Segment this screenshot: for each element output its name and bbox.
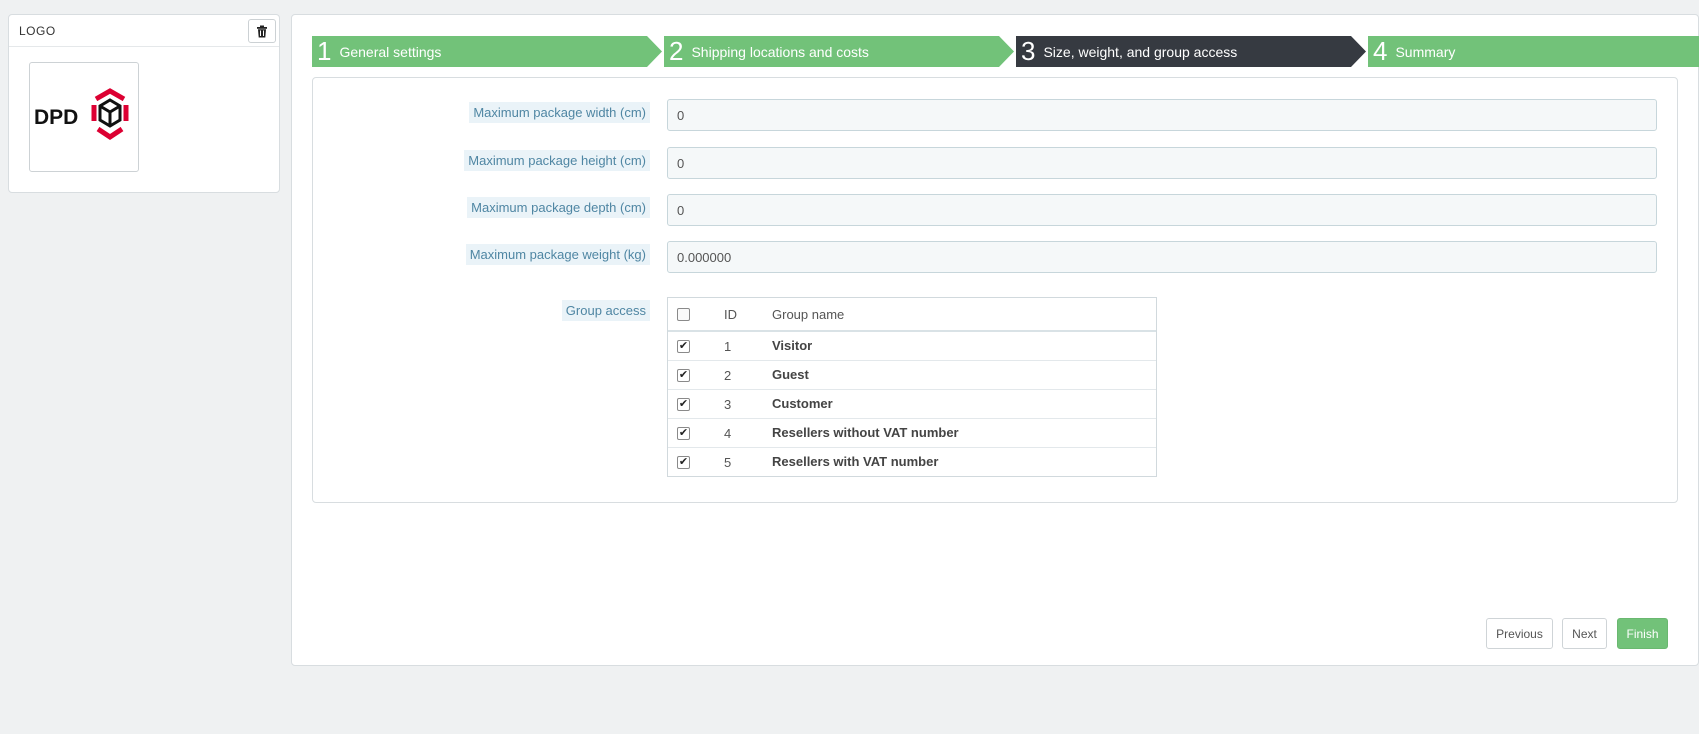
group-checkbox[interactable]: ✔	[677, 369, 690, 382]
group-id: 3	[724, 397, 732, 412]
step-general-settings[interactable]: 1 General settings	[312, 36, 662, 67]
trash-icon	[257, 25, 267, 37]
wizard-steps: 1 General settings 2 Shipping locations …	[312, 36, 1699, 67]
logo-panel: LOGO DPD	[8, 14, 280, 193]
select-all-checkbox[interactable]	[677, 308, 690, 321]
table-row: ✔ 5 Resellers with VAT number	[668, 448, 1156, 477]
step-label: Size, weight, and group access	[1043, 43, 1238, 60]
group-access-table: ID Group name ✔ 1 Visitor ✔ 2 Guest ✔ 3 …	[667, 297, 1157, 477]
table-row: ✔ 3 Customer	[668, 390, 1156, 419]
max-weight-label: Maximum package weight (kg)	[465, 244, 650, 265]
size-weight-form: Maximum package width (cm) Maximum packa…	[312, 77, 1678, 503]
table-header: ID Group name	[668, 298, 1156, 332]
max-width-label: Maximum package width (cm)	[469, 102, 650, 123]
logo-panel-title: LOGO	[19, 24, 56, 38]
previous-button[interactable]: Previous	[1486, 618, 1553, 649]
step-number: 4	[1373, 36, 1388, 66]
max-height-label: Maximum package height (cm)	[464, 150, 650, 171]
step-label: General settings	[339, 43, 442, 60]
dpd-logo-image: DPD	[34, 88, 129, 141]
group-access-label: Group access	[561, 300, 650, 321]
step-shipping-locations[interactable]: 2 Shipping locations and costs	[664, 36, 1014, 67]
step-number: 2	[669, 36, 684, 66]
carrier-logo: DPD	[29, 62, 139, 172]
group-checkbox[interactable]: ✔	[677, 398, 690, 411]
max-weight-input[interactable]	[667, 241, 1657, 273]
group-id: 5	[724, 455, 732, 470]
step-number: 3	[1021, 36, 1036, 66]
step-label: Shipping locations and costs	[691, 43, 869, 60]
table-row: ✔ 4 Resellers without VAT number	[668, 419, 1156, 448]
step-size-weight-group[interactable]: 3 Size, weight, and group access	[1016, 36, 1366, 67]
group-name: Customer	[772, 396, 833, 411]
next-button[interactable]: Next	[1562, 618, 1607, 649]
group-id: 1	[724, 339, 732, 354]
group-name: Visitor	[772, 338, 813, 353]
logo-panel-header: LOGO	[9, 15, 279, 47]
step-label: Summary	[1395, 43, 1456, 60]
group-name: Guest	[772, 367, 809, 382]
group-checkbox[interactable]: ✔	[677, 340, 690, 353]
dpd-logo-text: DPD	[34, 106, 78, 129]
id-column-header: ID	[724, 307, 737, 322]
step-summary[interactable]: 4 Summary	[1368, 36, 1699, 67]
group-checkbox[interactable]: ✔	[677, 456, 690, 469]
group-checkbox[interactable]: ✔	[677, 427, 690, 440]
group-id: 4	[724, 426, 732, 441]
finish-button[interactable]: Finish	[1617, 618, 1668, 649]
max-depth-input[interactable]	[667, 194, 1657, 226]
group-name: Resellers without VAT number	[772, 425, 959, 440]
group-id: 2	[724, 368, 732, 383]
group-name-column-header: Group name	[772, 307, 845, 322]
max-depth-label: Maximum package depth (cm)	[467, 197, 650, 218]
step-number: 1	[317, 36, 332, 66]
max-width-row: Maximum package width (cm)	[313, 99, 1677, 131]
carrier-wizard-panel: 1 General settings 2 Shipping locations …	[291, 14, 1699, 666]
max-depth-row: Maximum package depth (cm)	[313, 194, 1677, 226]
max-height-input[interactable]	[667, 147, 1657, 179]
delete-logo-button[interactable]	[248, 19, 276, 43]
max-width-input[interactable]	[667, 99, 1657, 131]
max-height-row: Maximum package height (cm)	[313, 147, 1677, 179]
table-row: ✔ 2 Guest	[668, 361, 1156, 390]
group-name: Resellers with VAT number	[772, 454, 939, 469]
table-row: ✔ 1 Visitor	[668, 332, 1156, 361]
max-weight-row: Maximum package weight (kg)	[313, 241, 1677, 273]
